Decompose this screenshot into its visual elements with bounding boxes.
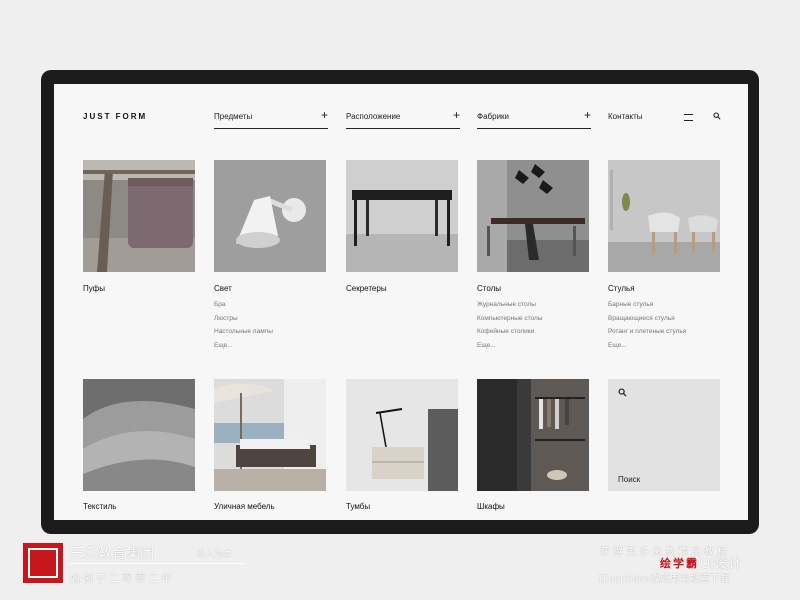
- category-card-chairs[interactable]: Стулья Барные стулья Вращающиеся стулья …: [608, 160, 720, 349]
- card-title: Столы: [477, 284, 502, 293]
- product-image-chairs: [608, 160, 720, 272]
- screen: JUST FORM Предметы + Расположение + Фабр…: [54, 84, 748, 520]
- site-logo[interactable]: JUST FORM: [83, 112, 147, 121]
- category-card-nightstands[interactable]: Тумбы: [346, 379, 458, 511]
- category-card-lighting[interactable]: Свет Бра Люстры Настольные лампы Еще...: [214, 160, 326, 349]
- subcategory-link[interactable]: Журнальные столы: [477, 301, 536, 308]
- product-image-console: [346, 160, 458, 272]
- card-title: Шкафы: [477, 502, 505, 511]
- watermark-title: 王氏教育集团: [70, 545, 154, 561]
- watermark-slogan: 以人为本: [196, 549, 233, 559]
- product-image-outdoor-furniture: [214, 379, 326, 491]
- nav-location-label: Расположение: [346, 112, 401, 121]
- subcategory-link[interactable]: Бра: [214, 301, 226, 308]
- nav-factories-label: Фабрики: [477, 112, 509, 121]
- subcategory-link[interactable]: Компьютерные столы: [477, 315, 542, 322]
- card-title: Секретеры: [346, 284, 387, 293]
- search-icon: [618, 388, 627, 397]
- subcategory-link[interactable]: Ротанг и плетеные стулья: [608, 328, 686, 335]
- card-title: Стулья: [608, 284, 635, 293]
- product-image-dining-table: [477, 160, 589, 272]
- more-link[interactable]: Еще...: [214, 342, 233, 349]
- subcategory-link[interactable]: Настольные лампы: [214, 328, 273, 335]
- more-link[interactable]: Еще...: [608, 342, 627, 349]
- product-image-wall-lamp: [214, 160, 326, 272]
- search-icon[interactable]: [713, 112, 721, 120]
- logo-mark-icon: [28, 548, 58, 578]
- watermark-divider: [70, 563, 244, 564]
- subcategory-link[interactable]: Барные стулья: [608, 301, 653, 308]
- category-card-secretaries[interactable]: Секретеры: [346, 160, 458, 293]
- watermark-since: 始创于二零零二年: [70, 574, 174, 585]
- card-title: Свет: [214, 284, 232, 293]
- category-card-tables[interactable]: Столы Журнальные столы Компьютерные стол…: [477, 160, 589, 349]
- more-link[interactable]: Еще...: [477, 342, 496, 349]
- nav-items[interactable]: Предметы +: [214, 108, 328, 129]
- card-title: Пуфы: [83, 284, 105, 293]
- category-card-poufs[interactable]: Пуфы: [83, 160, 195, 293]
- category-card-wardrobes[interactable]: Шкафы: [477, 379, 589, 511]
- plus-icon: +: [583, 108, 591, 122]
- nav-location[interactable]: Расположение +: [346, 108, 460, 129]
- product-image-textile: [83, 379, 195, 491]
- plus-icon: +: [452, 108, 460, 122]
- category-card-textile[interactable]: Текстиль: [83, 379, 195, 511]
- product-image-nightstand: [346, 379, 458, 491]
- card-title: Текстиль: [83, 502, 117, 511]
- nav-contacts[interactable]: Контакты: [608, 112, 643, 121]
- search-tile-label: Поиск: [618, 475, 641, 484]
- watermark-download: 在AppStore或应用宝搜索下载: [598, 574, 730, 585]
- nav-items-label: Предметы: [214, 112, 253, 121]
- plus-icon: +: [320, 108, 328, 122]
- product-image-pouf: [83, 160, 195, 272]
- menu-icon[interactable]: [684, 114, 693, 121]
- watermark-brand: 绘学霸: [660, 558, 699, 570]
- nav-factories[interactable]: Фабрики +: [477, 108, 591, 129]
- card-title: Уличная мебель: [214, 502, 275, 511]
- subcategory-link[interactable]: Люстры: [214, 315, 238, 322]
- card-title: Тумбы: [346, 502, 371, 511]
- subcategory-link[interactable]: Вращающиеся стулья: [608, 315, 675, 322]
- watermark-logo: [23, 543, 63, 583]
- search-tile[interactable]: Поиск: [608, 379, 720, 491]
- product-image-wardrobe: [477, 379, 589, 491]
- subcategory-link[interactable]: Кофейные столики: [477, 328, 534, 335]
- category-card-outdoor[interactable]: Уличная мебель: [214, 379, 326, 511]
